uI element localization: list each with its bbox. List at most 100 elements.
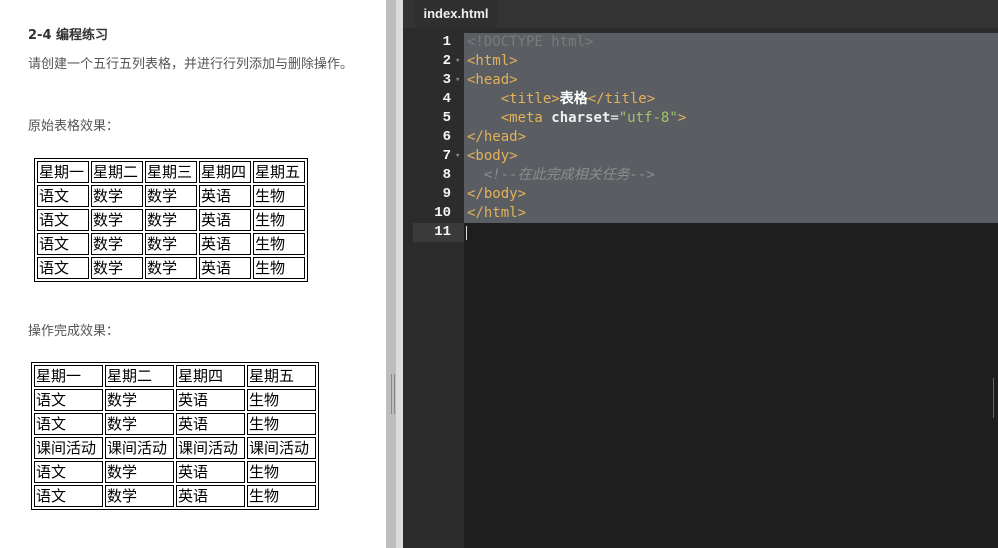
table-cell: 语文 [34, 389, 103, 411]
table-row: 星期一 星期二 星期四 星期五 [34, 365, 316, 387]
table-cell: 语文 [34, 485, 103, 507]
code-line[interactable]: 9 </body> [403, 185, 998, 204]
code-token: <title> [500, 91, 560, 107]
code-token: <body> [467, 148, 518, 164]
code-token: </title> [587, 91, 656, 107]
code-text: </body> [467, 185, 526, 204]
line-number: 2 [442, 53, 451, 69]
editor-resize-grip[interactable] [993, 378, 994, 418]
editor-tab-bar: index.html [403, 0, 998, 30]
code-token: <!DOCTYPE html> [467, 34, 594, 50]
table-cell: 生物 [247, 389, 316, 411]
line-number: 3 [442, 72, 451, 88]
table-cell: 课间活动 [176, 437, 245, 459]
line-number: 9 [442, 186, 451, 202]
result-table-label: 操作完成效果： [28, 324, 120, 339]
table-cell: 数学 [145, 185, 197, 207]
table-row: 语文 数学 英语 生物 [34, 389, 316, 411]
code-text: <!--在此完成相关任务--> [467, 166, 655, 185]
table-cell: 语文 [34, 461, 103, 483]
table-cell: 英语 [199, 185, 251, 207]
code-line[interactable]: 1 <!DOCTYPE html> [403, 33, 998, 52]
code-token: </body> [467, 186, 527, 202]
table-cell: 数学 [145, 233, 197, 255]
code-token: </html> [467, 205, 527, 221]
line-number: 10 [434, 205, 451, 221]
code-text: </html> [467, 204, 526, 223]
table-row: 语文 数学 数学 英语 生物 [37, 209, 305, 231]
table-cell: 生物 [247, 485, 316, 507]
line-number: 8 [442, 167, 451, 183]
code-line[interactable]: 11 [403, 223, 998, 242]
code-token: </head> [467, 129, 527, 145]
table-cell: 数学 [91, 257, 143, 279]
code-text: <!DOCTYPE html> [467, 33, 593, 52]
table-row: 语文 数学 数学 英语 生物 [37, 185, 305, 207]
table-cell: 语文 [37, 209, 89, 231]
splitter-grip[interactable] [394, 374, 395, 414]
table-cell: 生物 [253, 257, 305, 279]
fold-arrow-icon[interactable]: ▾ [455, 52, 460, 71]
table-cell: 课间活动 [34, 437, 103, 459]
code-line[interactable]: 4 <title>表格</title> [403, 90, 998, 109]
table-cell: 生物 [253, 209, 305, 231]
fold-arrow-icon[interactable]: ▾ [455, 71, 460, 90]
code-text: <title>表格</title> [467, 90, 655, 109]
table-cell: 生物 [247, 461, 316, 483]
table-row: 语文 数学 英语 生物 [34, 461, 316, 483]
splitter-grip[interactable] [391, 374, 392, 414]
table-row: 语文 数学 英语 生物 [34, 485, 316, 507]
table-cell: 星期二 [91, 161, 143, 183]
code-line[interactable]: 2 ▾ <html> [403, 52, 998, 71]
code-token: <html> [467, 53, 518, 69]
table-cell: 语文 [37, 233, 89, 255]
table-cell: 语文 [37, 257, 89, 279]
table-cell: 生物 [253, 185, 305, 207]
table-cell: 英语 [176, 413, 245, 435]
table-cell: 星期五 [247, 365, 316, 387]
table-cell: 语文 [34, 413, 103, 435]
exercise-description: 请创建一个五行五列表格，并进行行列添加与删除操作。 [28, 57, 354, 72]
table-cell: 英语 [199, 233, 251, 255]
code-token: 表格 [559, 91, 588, 107]
table-cell: 语文 [37, 185, 89, 207]
code-token: > [677, 110, 687, 126]
table-cell: 数学 [105, 413, 174, 435]
table-cell: 数学 [105, 485, 174, 507]
original-table-label: 原始表格效果： [28, 119, 120, 134]
code-line[interactable]: 7 ▾ <body> [403, 147, 998, 166]
fold-arrow-icon[interactable]: ▾ [455, 147, 460, 166]
line-number: 7 [442, 148, 451, 164]
code-line[interactable]: 10 </html> [403, 204, 998, 223]
code-text: <head> [467, 71, 518, 90]
code-token: <meta [500, 110, 552, 126]
table-cell: 数学 [105, 461, 174, 483]
code-line[interactable]: 3 ▾ <head> [403, 71, 998, 90]
line-number: 6 [442, 129, 451, 145]
code-line[interactable]: 8 <!--在此完成相关任务--> [403, 166, 998, 185]
code-line[interactable]: 5 <meta charset="utf-8"> [403, 109, 998, 128]
table-cell: 数学 [145, 257, 197, 279]
table-cell: 英语 [176, 461, 245, 483]
table-row: 课间活动 课间活动 课间活动 课间活动 [34, 437, 316, 459]
table-cell: 课间活动 [247, 437, 316, 459]
code-token: "utf-8" [618, 110, 678, 126]
splitter-bar[interactable] [386, 0, 396, 548]
code-text: <html> [467, 52, 518, 71]
exercise-title: 2-4 编程练习 [28, 28, 109, 43]
code-line[interactable]: 6 </head> [403, 128, 998, 147]
tab-index-html[interactable]: index.html [415, 0, 497, 30]
table-cell: 数学 [145, 209, 197, 231]
code-editor[interactable]: index.html 1 <!DOCTYPE html> 2 ▾ <html> 3 ▾ <he… [403, 0, 998, 548]
table-row: 星期一 星期二 星期三 星期四 星期五 [37, 161, 305, 183]
panel-splitter[interactable] [386, 0, 403, 548]
line-number: 1 [442, 34, 451, 50]
code-token: = [610, 110, 619, 126]
table-row: 语文 数学 数学 英语 生物 [37, 233, 305, 255]
table-cell: 数学 [105, 389, 174, 411]
table-cell: 星期三 [145, 161, 197, 183]
table-cell: 生物 [247, 413, 316, 435]
